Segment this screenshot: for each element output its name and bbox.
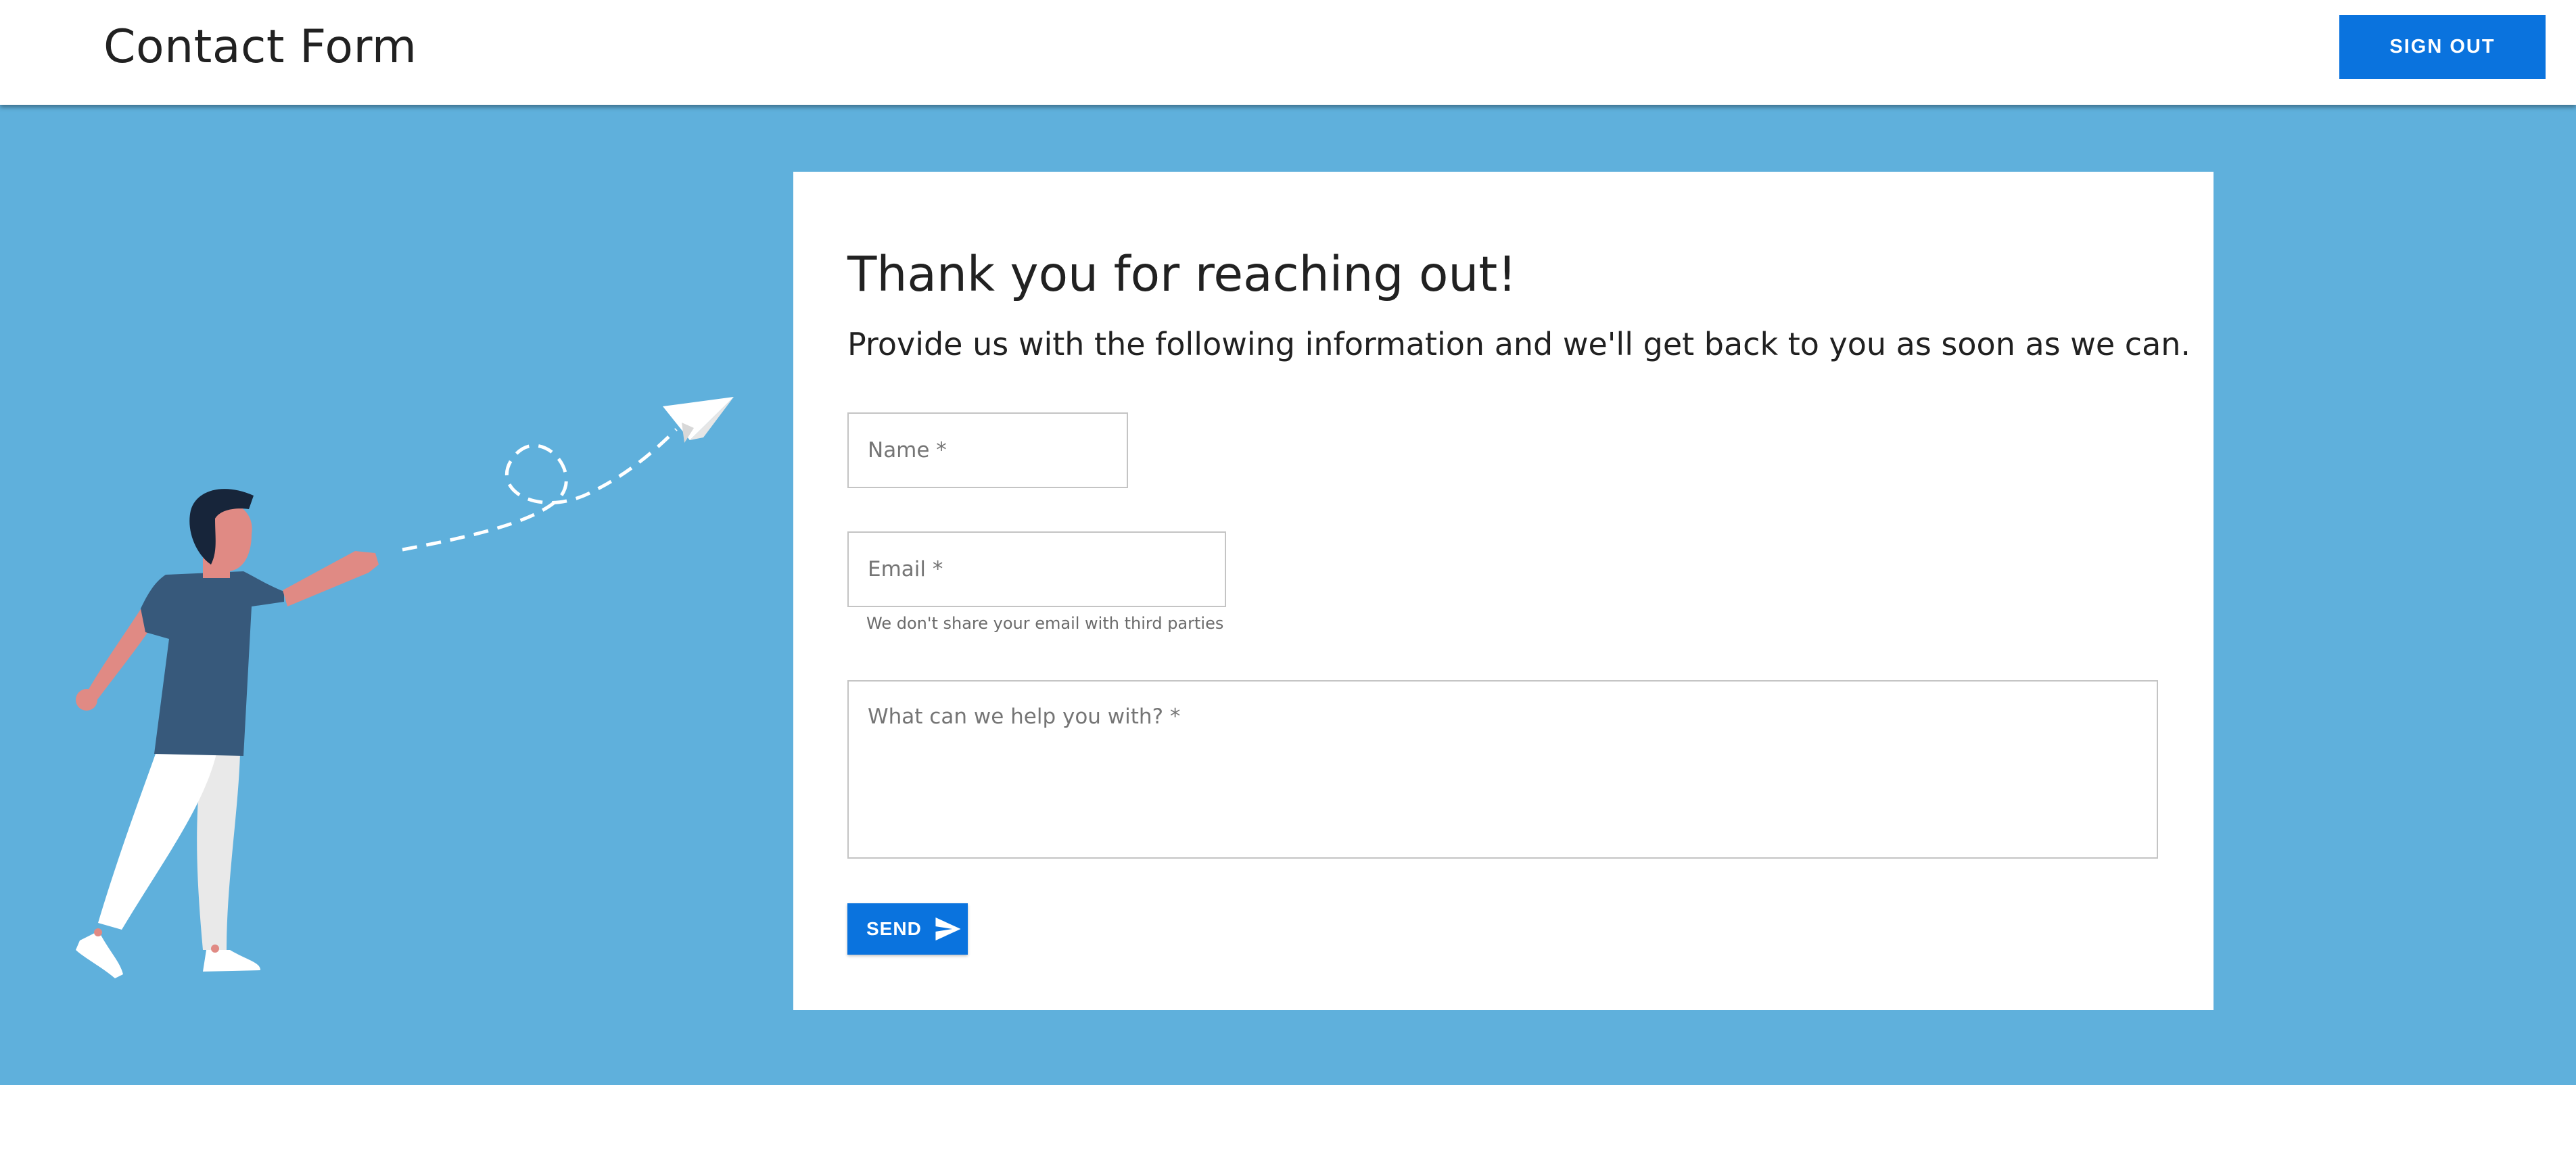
paper-plane-icon — [663, 397, 734, 443]
person-arm-front — [283, 551, 379, 606]
email-helper-text: We don't share your email with third par… — [866, 614, 1224, 633]
email-field[interactable] — [847, 531, 1226, 607]
sign-out-button[interactable]: SIGN OUT — [2339, 15, 2546, 79]
card-title: Thank you for reaching out! — [847, 246, 1517, 302]
name-field[interactable] — [847, 412, 1128, 488]
send-button[interactable]: SEND — [847, 903, 968, 955]
card-subtitle: Provide us with the following informatio… — [847, 326, 2191, 362]
contact-card: Thank you for reaching out! Provide us w… — [793, 172, 2214, 1010]
flight-path — [402, 428, 678, 552]
message-field[interactable] — [847, 680, 2158, 859]
app-header: Contact Form SIGN OUT — [0, 0, 2576, 105]
person-shoe-back — [203, 950, 260, 972]
send-label: SEND — [866, 918, 922, 939]
person-torso — [141, 571, 284, 756]
person-throwing-paper-plane-illustration — [76, 397, 734, 978]
person-shoe-front — [76, 931, 123, 978]
app-title: Contact Form — [103, 20, 417, 74]
send-icon — [935, 917, 961, 940]
